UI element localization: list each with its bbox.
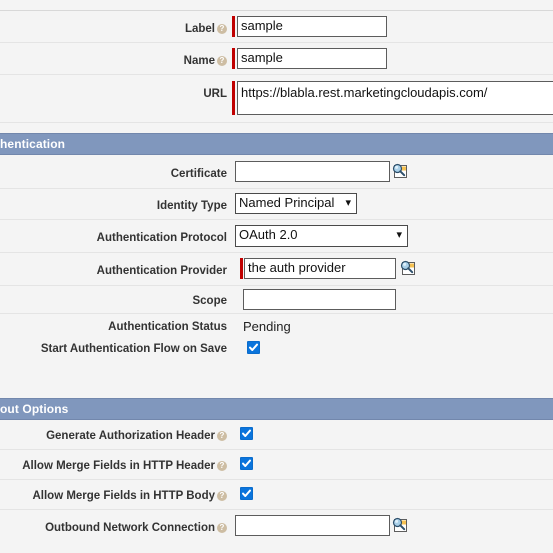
form-row-label: Label? sample [0,11,553,43]
authentication-status-value: Pending [243,319,291,334]
section-title: out Options [0,402,69,416]
form-row-start-auth-flow: Start Authentication Flow on Save [0,338,553,364]
allow-merge-fields-http-header-field-label: Allow Merge Fields in HTTP Header? [22,459,227,473]
help-icon[interactable]: ? [217,523,227,533]
lookup-icon[interactable] [399,259,416,276]
required-marker [232,48,235,69]
section-title: hentication [0,137,66,151]
start-auth-flow-field-label: Start Authentication Flow on Save [40,343,227,355]
form-row-authentication-protocol: Authentication Protocol OAuth 2.0 ▾ [0,220,553,253]
identity-type-select[interactable]: Named Principal ▾ [235,193,357,214]
start-auth-flow-checkbox[interactable] [247,341,260,354]
chevron-down-icon: ▾ [396,229,402,241]
help-icon[interactable]: ? [217,431,227,441]
check-icon [242,429,251,437]
form-row-generate-authorization-header: Generate Authorization Header? [0,420,553,450]
form-row-outbound-network-connection: Outbound Network Connection? [0,510,553,546]
check-icon [242,489,251,497]
allow-merge-fields-http-body-checkbox[interactable] [240,487,253,500]
check-icon [242,459,251,467]
help-icon[interactable]: ? [217,491,227,501]
certificate-input[interactable] [235,161,390,182]
certificate-field-label: Certificate [170,168,227,180]
identity-type-value: Named Principal [239,195,335,210]
generate-authorization-header-field-label: Generate Authorization Header? [46,429,227,443]
help-icon[interactable]: ? [217,24,227,34]
authentication-protocol-field-label: Authentication Protocol [96,232,227,244]
name-field-label: Name? [184,54,227,68]
allow-merge-fields-http-body-field-label: Allow Merge Fields in HTTP Body? [32,489,227,503]
scope-field-label: Scope [192,295,227,307]
form-row-allow-merge-fields-http-header: Allow Merge Fields in HTTP Header? [0,450,553,480]
check-icon [249,343,258,351]
authentication-status-field-label: Authentication Status [108,321,227,333]
url-field-label: URL [203,88,227,100]
outbound-network-connection-field-label: Outbound Network Connection? [45,521,227,535]
form-row-name: Name? sample [0,43,553,75]
outbound-network-connection-input[interactable] [235,515,390,536]
named-credential-form: Label? sample Name? sample URL https://b… [0,0,553,553]
generate-authorization-header-checkbox[interactable] [240,427,253,440]
authentication-protocol-select[interactable]: OAuth 2.0 ▾ [235,225,408,247]
form-row-scope: Scope [0,286,553,314]
form-row-authentication-status: Authentication Status Pending [0,314,553,338]
label-input[interactable]: sample [237,16,387,37]
form-row-allow-merge-fields-http-body: Allow Merge Fields in HTTP Body? [0,480,553,510]
chevron-down-icon: ▾ [345,197,351,209]
lookup-icon[interactable] [391,162,408,179]
scope-input[interactable] [243,289,396,310]
required-marker [240,258,243,279]
authentication-provider-field-label: Authentication Provider [96,265,227,277]
label-field-label: Label? [185,22,227,36]
allow-merge-fields-http-header-checkbox[interactable] [240,457,253,470]
required-marker [232,16,235,37]
form-row-authentication-provider: Authentication Provider the auth provide… [0,253,553,286]
authentication-provider-input[interactable]: the auth provider [244,258,396,279]
name-input[interactable]: sample [237,48,387,69]
lookup-icon[interactable] [391,516,408,533]
form-row-identity-type: Identity Type Named Principal ▾ [0,189,553,220]
form-row-certificate: Certificate [0,155,553,189]
url-input[interactable]: https://blabla.rest.marketingcloudapis.c… [237,81,553,115]
form-row-url: URL https://blabla.rest.marketingcloudap… [0,75,553,123]
identity-type-field-label: Identity Type [156,200,227,212]
help-icon[interactable]: ? [217,461,227,471]
required-marker [232,81,235,115]
section-header-authentication: hentication [0,133,553,155]
help-icon[interactable]: ? [217,56,227,66]
section-header-callout-options: out Options [0,398,553,420]
authentication-protocol-value: OAuth 2.0 [239,227,298,242]
